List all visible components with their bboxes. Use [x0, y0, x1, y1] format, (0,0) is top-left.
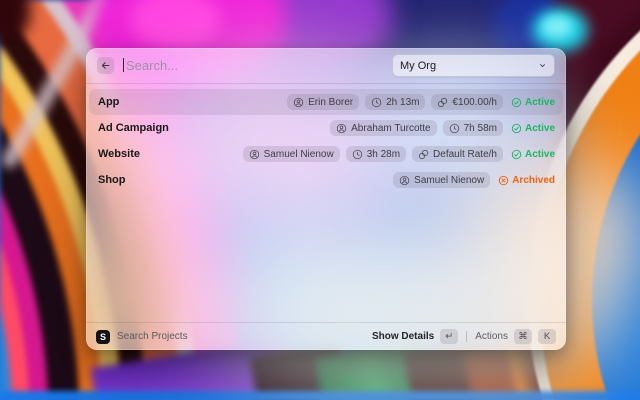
- project-row[interactable]: Website Samuel Nienow 3h 28m Default Rate/h…: [89, 141, 563, 167]
- footer-separator: [466, 331, 467, 342]
- arrow-left-icon: [100, 60, 111, 71]
- project-name: Ad Campaign: [98, 122, 169, 134]
- org-select-value: My Org: [400, 60, 436, 72]
- show-details-button[interactable]: Show Details ↵: [372, 329, 458, 344]
- badge-group: Samuel Nienow 3h 28m Default Rate/h: [243, 146, 503, 162]
- k-keycap: K: [538, 329, 556, 344]
- project-badge: €100.00/h: [431, 94, 503, 110]
- footer-actions: Show Details ↵ Actions ⌘ K: [372, 329, 556, 344]
- badge-label: 3h 28m: [367, 149, 400, 160]
- wallpaper-bottom-blue-bar: [0, 391, 640, 400]
- project-badge: Samuel Nienow: [243, 146, 340, 162]
- badge-group: Samuel Nienow: [393, 172, 490, 188]
- project-name: Shop: [98, 174, 126, 186]
- status-label: Active: [525, 97, 555, 108]
- check-circle-icon: [511, 149, 522, 160]
- badge-label: Default Rate/h: [433, 149, 497, 160]
- empty-area: [86, 193, 566, 322]
- project-name: App: [98, 96, 119, 108]
- chevron-down-icon: [538, 61, 547, 70]
- user-circle-icon: [336, 123, 347, 134]
- project-row[interactable]: Ad Campaign Abraham Turcotte 7h 58m Active: [89, 115, 563, 141]
- badge-label: 2h 13m: [386, 97, 419, 108]
- status-label: Active: [525, 123, 555, 134]
- user-circle-icon: [399, 175, 410, 186]
- search-bar: My Org: [86, 48, 566, 83]
- show-details-label: Show Details: [372, 331, 434, 342]
- badge-group: Abraham Turcotte 7h 58m: [330, 120, 503, 136]
- badge-label: Samuel Nienow: [264, 149, 334, 160]
- clock-icon: [449, 123, 460, 134]
- status-label: Active: [525, 149, 555, 160]
- text-caret: [123, 58, 124, 72]
- project-row[interactable]: Shop Samuel Nienow Archived: [89, 167, 563, 193]
- status-active: Active: [511, 123, 555, 134]
- status-label: Archived: [512, 175, 555, 186]
- x-circle-icon: [498, 175, 509, 186]
- project-badge: 3h 28m: [346, 146, 406, 162]
- project-badge: 2h 13m: [365, 94, 425, 110]
- status-archived: Archived: [498, 175, 555, 186]
- clock-icon: [352, 149, 363, 160]
- status-active: Active: [511, 97, 555, 108]
- app-logo: S: [96, 330, 110, 344]
- command-palette-window: My Org App Erin Borer 2h 13m €100.00/h Activ…: [86, 48, 566, 350]
- org-select[interactable]: My Org: [392, 54, 555, 77]
- wallpaper-cyan-core: [542, 16, 572, 38]
- project-list: AppErin Borer2h 13m€100.00/hActiveAd Cam…: [86, 84, 566, 193]
- project-badge: 7h 58m: [443, 120, 503, 136]
- coins-icon: [437, 97, 448, 108]
- search-field[interactable]: [122, 48, 384, 83]
- badge-label: Erin Borer: [308, 97, 353, 108]
- footer-app-name: Search Projects: [117, 331, 188, 342]
- project-badge: Default Rate/h: [412, 146, 503, 162]
- status-active: Active: [511, 149, 555, 160]
- user-circle-icon: [293, 97, 304, 108]
- project-row[interactable]: App Erin Borer 2h 13m €100.00/h Active: [89, 89, 563, 115]
- user-circle-icon: [249, 149, 260, 160]
- badge-label: Samuel Nienow: [414, 175, 484, 186]
- actions-button[interactable]: Actions ⌘ K: [475, 329, 556, 344]
- project-badge: Samuel Nienow: [393, 172, 490, 188]
- project-name: Website: [98, 148, 140, 160]
- project-badge: Abraham Turcotte: [330, 120, 436, 136]
- badge-label: 7h 58m: [464, 123, 497, 134]
- footer-bar: S Search Projects Show Details ↵ Actions…: [86, 322, 566, 350]
- badge-label: €100.00/h: [452, 97, 497, 108]
- actions-label: Actions: [475, 331, 508, 342]
- check-circle-icon: [511, 123, 522, 134]
- check-circle-icon: [511, 97, 522, 108]
- back-button[interactable]: [97, 57, 114, 74]
- cmd-keycap: ⌘: [514, 329, 532, 344]
- badge-label: Abraham Turcotte: [351, 123, 430, 134]
- search-input[interactable]: [122, 58, 384, 73]
- enter-keycap: ↵: [440, 329, 458, 344]
- project-badge: Erin Borer: [287, 94, 359, 110]
- coins-icon: [418, 149, 429, 160]
- badge-group: Erin Borer 2h 13m €100.00/h: [287, 94, 503, 110]
- clock-icon: [371, 97, 382, 108]
